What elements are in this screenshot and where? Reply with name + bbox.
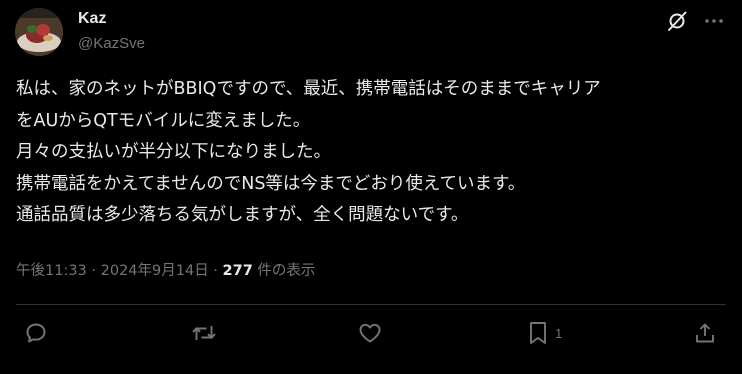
tweet: Kaz @KazSve 私は、家のネットがBBIQですので、最近、携帯電話はその… — [0, 0, 742, 374]
tweet-meta: 午後11:33 · 2024年9月14日 · 277 件の表示 — [16, 259, 315, 280]
tweet-text-line: をAUからQTモバイルに変えました。 — [16, 110, 311, 131]
like-icon — [357, 321, 383, 345]
reply-button[interactable] — [24, 319, 48, 347]
bookmark-button[interactable]: 1 — [527, 319, 562, 347]
user-handle[interactable]: @KazSve — [78, 35, 145, 52]
tweet-text: 私は、家のネットがBBIQですので、最近、携帯電話はそのままでキャリア をAUか… — [16, 74, 732, 232]
tweet-text-line: 携帯電話をかえてませんのでNS等は今までどおり使えています。 — [16, 173, 526, 194]
views-count: 277 — [222, 263, 253, 279]
divider — [16, 304, 726, 305]
like-button[interactable] — [357, 319, 383, 347]
display-name[interactable]: Kaz — [78, 10, 106, 28]
grok-icon[interactable] — [666, 10, 688, 32]
retweet-icon — [191, 321, 217, 345]
share-icon — [693, 321, 717, 345]
bookmark-count: 1 — [555, 325, 563, 341]
share-button[interactable] — [693, 319, 717, 347]
reply-icon — [24, 321, 48, 345]
avatar[interactable] — [15, 8, 63, 56]
tweet-text-line: 私は、家のネットがBBIQですので、最近、携帯電話はそのままでキャリア — [16, 79, 601, 99]
bookmark-icon — [527, 320, 549, 346]
retweet-button[interactable] — [191, 319, 217, 347]
more-icon[interactable] — [703, 10, 725, 32]
timestamp[interactable]: 午後11:33 · 2024年9月14日 · — [16, 263, 223, 279]
tweet-text-line: 通話品質は多少落ちる気がしますが、全く問題ないです。 — [16, 205, 469, 225]
views-label: 件の表示 — [252, 263, 316, 279]
tweet-text-line: 月々の支払いが半分以下になりました。 — [16, 142, 331, 162]
